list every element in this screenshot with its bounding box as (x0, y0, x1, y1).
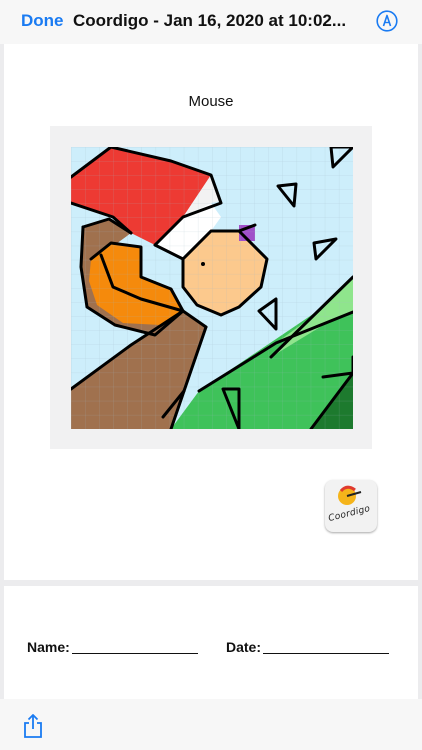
name-label: Name: (27, 639, 70, 655)
name-field: Name: (27, 639, 198, 655)
done-button[interactable]: Done (21, 11, 64, 31)
mouse-coloring-picture (71, 147, 353, 429)
name-line (71, 639, 198, 654)
document-title: Coordigo - Jan 16, 2020 at 10:02... (73, 11, 347, 30)
bottom-toolbar (0, 699, 422, 750)
navigation-bar: Done Coordigo - Jan 16, 2020 at 10:02... (0, 0, 422, 44)
coloring-picture-frame (50, 126, 372, 449)
share-icon[interactable] (22, 713, 44, 739)
worksheet-title: Mouse (188, 93, 234, 110)
date-field: Date: (226, 639, 390, 655)
date-label: Date: (226, 639, 262, 655)
coordigo-logo: Coordigo (325, 480, 377, 532)
worksheet-page-footer: Name: Date: (4, 586, 418, 699)
markup-pen-icon[interactable] (376, 10, 398, 32)
worksheet-page: Mouse Coordigo (4, 44, 418, 580)
date-line (263, 639, 390, 654)
